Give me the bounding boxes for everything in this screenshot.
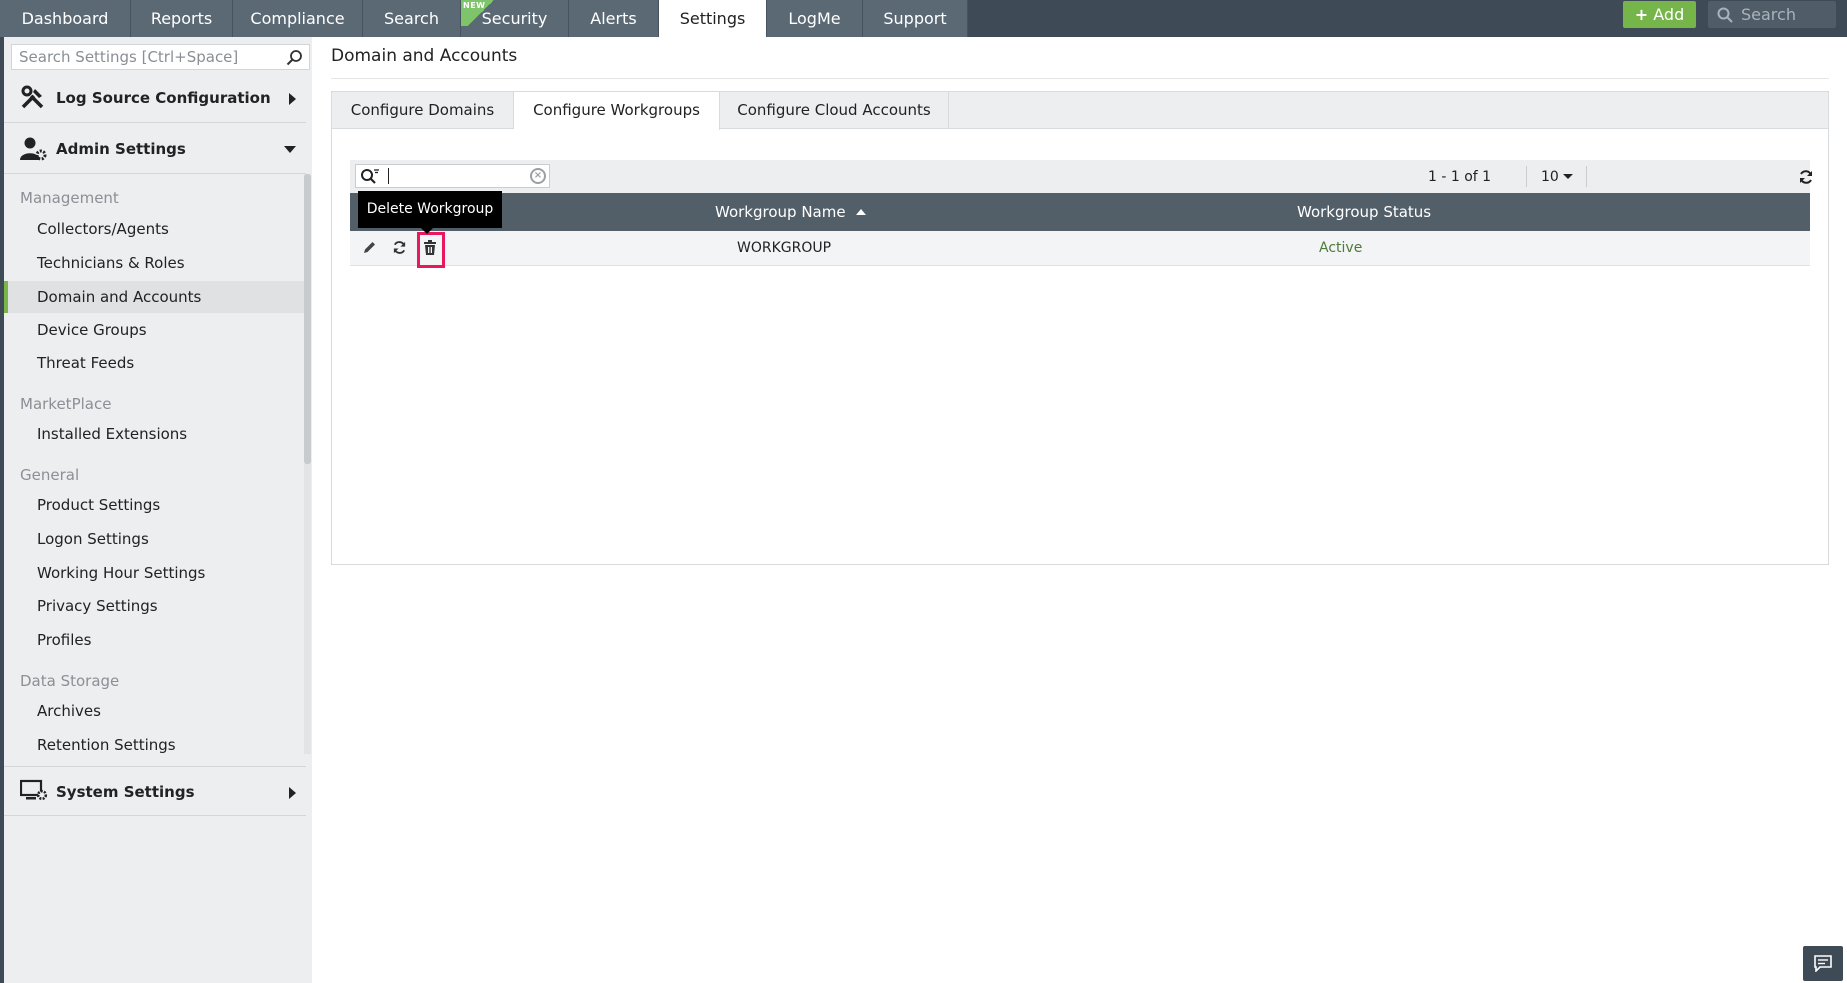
column-header-workgroup-status[interactable]: Workgroup Status [1297,193,1431,231]
page-title: Domain and Accounts [331,46,518,66]
tab-settings[interactable]: Settings [659,0,767,37]
sync-icon[interactable] [392,240,407,255]
tab-security[interactable]: NEW Security [461,0,569,37]
sidebar-scrollbar[interactable] [304,174,311,754]
chat-button[interactable] [1803,946,1843,981]
global-search-input[interactable]: Search [1708,1,1836,28]
tab-dashboard[interactable]: Dashboard [0,0,131,37]
user-gear-icon [20,137,47,161]
chevron-right-icon [289,93,296,105]
grid-search-input[interactable]: × [355,164,550,188]
tools-icon [21,85,44,109]
tab-search[interactable]: Search [363,0,461,37]
search-icon [1717,7,1733,23]
section-admin-settings[interactable]: Admin Settings [4,124,306,174]
tab-support[interactable]: Support [863,0,968,37]
edit-pencil-icon[interactable] [362,240,377,255]
add-button[interactable]: + Add [1623,1,1696,28]
tooltip-arrow [421,228,433,234]
grid-toolbar: × 1 - 1 of 1 10 [350,160,1812,194]
group-title-management: Management [20,189,119,207]
tab-configure-domains[interactable]: Configure Domains [332,92,514,129]
tab-configure-workgroups[interactable]: Configure Workgroups [514,92,720,130]
sidebar-item-domain-and-accounts[interactable]: Domain and Accounts [4,281,304,313]
scrollbar-thumb[interactable] [304,174,311,464]
plus-icon: + [1634,5,1649,24]
chevron-right-icon [289,787,296,799]
sidebar-item-retention-settings[interactable]: Retention Settings [4,729,304,761]
sidebar-item-logon-settings[interactable]: Logon Settings [4,523,304,555]
sidebar-item-archives[interactable]: Archives [4,695,304,727]
chevron-down-icon [284,146,296,153]
section-log-source-configuration[interactable]: Log Source Configuration [4,73,306,123]
group-title-marketplace: MarketPlace [20,395,112,413]
top-navigation-bar: Dashboard Reports Compliance Search NEW … [0,0,1847,37]
sidebar-item-technicians-roles[interactable]: Technicians & Roles [4,247,304,279]
grid-header: Workgroup Name Workgroup Status [350,193,1810,231]
sidebar-item-collectors-agents[interactable]: Collectors/Agents [4,213,304,245]
chat-icon [1814,955,1832,972]
settings-sidebar: Search Settings [Ctrl+Space] Log Source … [0,37,312,983]
search-icon [286,50,302,66]
sidebar-item-product-settings[interactable]: Product Settings [4,489,304,521]
group-title-general: General [20,466,80,484]
section-system-settings[interactable]: System Settings [4,766,306,816]
sidebar-item-privacy-settings[interactable]: Privacy Settings [4,590,304,622]
tab-reports[interactable]: Reports [131,0,233,37]
tab-logme[interactable]: LogMe [767,0,863,37]
sidebar-item-threat-feeds[interactable]: Threat Feeds [4,347,304,379]
sidebar-item-device-groups[interactable]: Device Groups [4,314,304,346]
monitor-gear-icon [20,779,48,801]
workgroups-panel: Configure Domains Configure Workgroups C… [331,91,1829,565]
page-size-select[interactable]: 10 [1541,160,1573,194]
settings-search-input[interactable]: Search Settings [Ctrl+Space] [11,44,310,70]
caret-down-icon [1562,174,1573,179]
sidebar-item-installed-extensions[interactable]: Installed Extensions [4,418,304,450]
sort-ascending-icon [855,209,866,215]
column-header-workgroup-name[interactable]: Workgroup Name [715,193,866,231]
group-title-data-storage: Data Storage [20,672,120,690]
tab-configure-cloud-accounts[interactable]: Configure Cloud Accounts [720,92,949,129]
sidebar-item-profiles[interactable]: Profiles [4,624,304,656]
new-badge: NEW [461,0,501,26]
sidebar-item-working-hour-settings[interactable]: Working Hour Settings [4,557,304,589]
refresh-icon[interactable] [1798,169,1814,185]
main-tabs: Dashboard Reports Compliance Search NEW … [0,0,968,37]
pagination-info: 1 - 1 of 1 [1428,169,1492,185]
workgroup-status-cell: Active [1319,240,1363,256]
workgroup-name-cell: WORKGROUP [737,240,832,256]
delete-workgroup-tooltip: Delete Workgroup [358,191,502,234]
title-divider [331,78,1829,79]
clear-icon[interactable]: × [530,168,546,184]
tab-compliance[interactable]: Compliance [233,0,363,37]
text-caret [388,168,389,184]
toolbar-divider [1586,166,1587,187]
delete-button-highlight [417,232,445,268]
sub-tabs: Configure Domains Configure Workgroups C… [332,92,1828,130]
filter-search-icon [361,169,379,184]
tab-alerts[interactable]: Alerts [569,0,659,37]
table-row: WORKGROUP Active [350,231,1810,266]
toolbar-divider [1526,166,1527,187]
